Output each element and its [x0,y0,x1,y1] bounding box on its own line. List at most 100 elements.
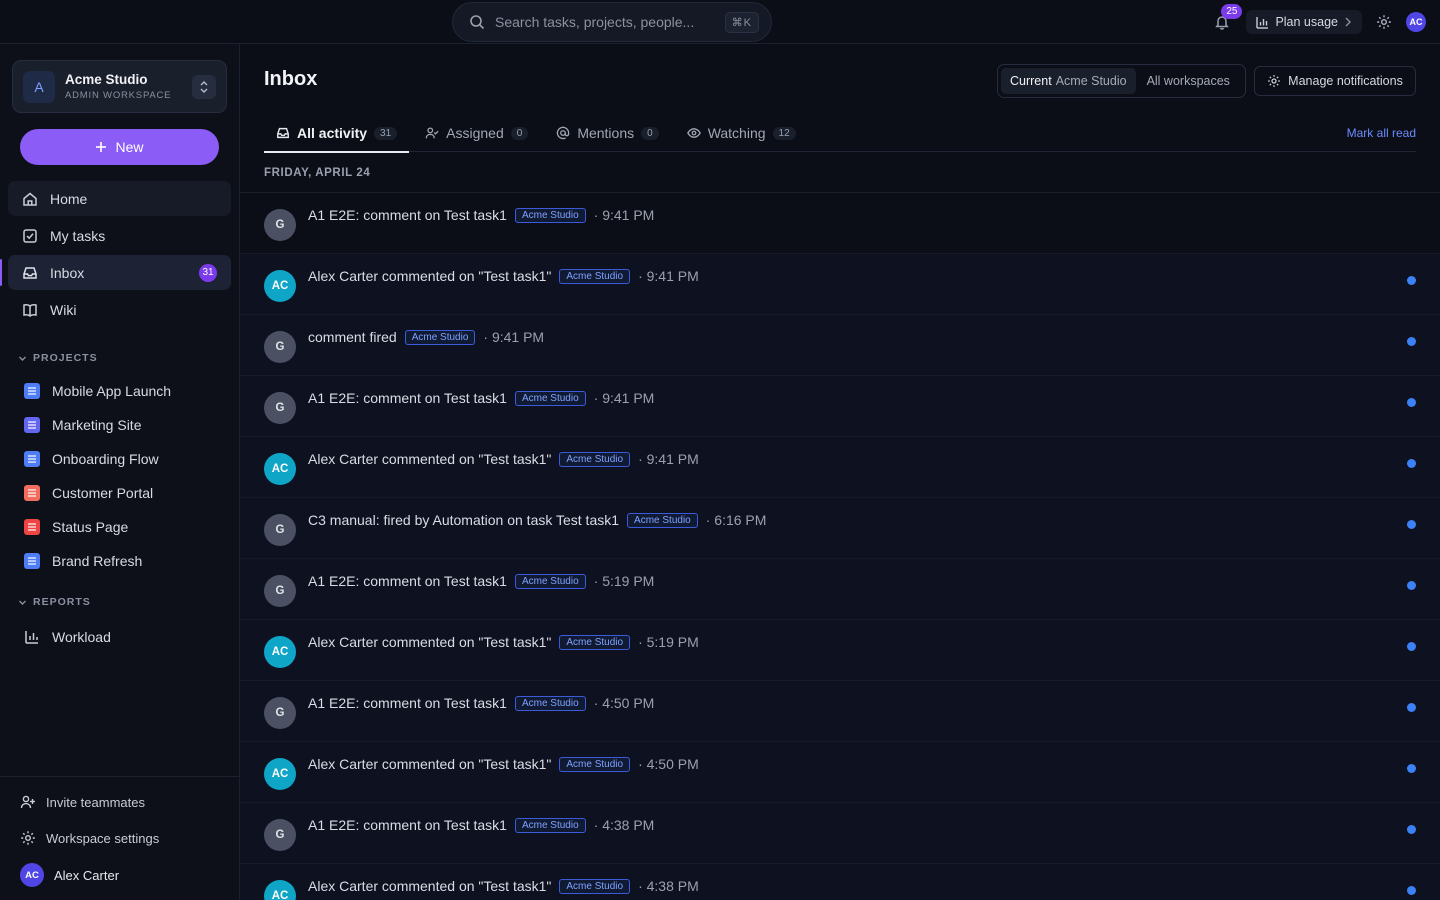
sidebar-item-inbox[interactable]: Inbox 31 [0,255,231,290]
sidebar-item-project[interactable]: Customer Portal [16,476,231,510]
avatar: G [264,697,296,729]
settings-button[interactable] [1372,10,1396,34]
workspace-chip: Acme Studio [559,634,631,650]
notification-text: Alex Carter commented on "Test task1" [308,451,552,467]
mark-all-read-link[interactable]: Mark all read [1347,126,1416,140]
avatar: G [264,331,296,363]
tab-label: Mentions [577,125,635,141]
notification-content: Alex Carter commented on "Test task1" Acm… [308,634,699,650]
avatar: G [264,392,296,424]
workload-label: Workload [52,629,111,645]
plan-usage-button[interactable]: Plan usage [1246,10,1362,34]
sidebar-item-home[interactable]: Home [8,181,231,216]
list-icon [24,417,40,433]
main-content: Inbox Current Acme Studio All workspaces… [240,44,1440,900]
user-menu[interactable]: AC Alex Carter [20,863,119,887]
notification-content: A1 E2E: comment on Test task1 Acme Studio… [308,390,654,406]
notification-time: · 4:38 PM [638,878,699,894]
notification-text: Alex Carter commented on "Test task1" [308,634,552,650]
notification-content: A1 E2E: comment on Test task1 Acme Studio… [308,207,654,223]
notification-row[interactable]: G A1 E2E: comment on Test task1 Acme Studi… [240,559,1440,620]
sidebar-item-label: My tasks [50,227,106,244]
notification-text: A1 E2E: comment on Test task1 [308,817,507,833]
sidebar-item-my-tasks[interactable]: My tasks [8,218,231,253]
tab-mentions[interactable]: Mentions 0 [544,114,670,152]
scope-current-option[interactable]: Current Acme Studio [1001,68,1136,94]
notification-row[interactable]: G A1 E2E: comment on Test task1 Acme Studi… [240,803,1440,864]
workspace-chip: Acme Studio [559,756,631,772]
notification-text: Alex Carter commented on "Test task1" [308,756,552,772]
notification-row[interactable]: G A1 E2E: comment on Test task1 Acme Studi… [240,681,1440,742]
workspace-settings-button[interactable]: Workspace settings [20,830,159,846]
tab-assigned[interactable]: Assigned 0 [413,114,540,152]
notification-list: G A1 E2E: comment on Test task1 Acme Studi… [240,192,1440,900]
sidebar-item-workload[interactable]: Workload [16,620,231,654]
invite-teammates-button[interactable]: Invite teammates [20,794,145,810]
projects-header: PROJECTS [33,352,98,364]
user-avatar[interactable]: AC [1406,12,1426,32]
project-label: Customer Portal [52,485,154,501]
project-label: Marketing Site [52,417,142,433]
date-group-header: FRIDAY, APRIL 24 [264,167,371,179]
avatar: AC [264,880,296,900]
notification-time: · 9:41 PM [483,329,545,345]
unread-dot [1407,581,1416,590]
tab-watching[interactable]: Watching 12 [675,114,808,152]
avatar: G [264,514,296,546]
sidebar-item-project[interactable]: Brand Refresh [16,544,231,578]
sidebar-nav: Home My tasks Inbox 31 Wiki [0,181,231,329]
tab-all-activity[interactable]: All activity 31 [264,114,410,153]
notification-time: · 4:50 PM [593,695,655,711]
sidebar-item-project[interactable]: Onboarding Flow [16,442,231,476]
scope-all-option[interactable]: All workspaces [1138,68,1239,94]
workspace-chip: Acme Studio [514,695,586,711]
tab-count: 31 [374,126,398,140]
notification-text: A1 E2E: comment on Test task1 [308,695,507,711]
unread-dot [1407,764,1416,773]
notification-content: Alex Carter commented on "Test task1" Acm… [308,756,699,772]
notifications-button[interactable]: 25 [1208,4,1243,36]
notification-row[interactable]: G A1 E2E: comment on Test task1 Acme Studi… [240,193,1440,254]
chevron-down-icon [18,598,27,607]
notification-row[interactable]: G A1 E2E: comment on Test task1 Acme Studi… [240,376,1440,437]
at-sign-icon [556,126,570,140]
manage-notifications-button[interactable]: Manage notifications [1254,66,1416,96]
notification-row[interactable]: AC Alex Carter commented on "Test task1" A… [240,437,1440,498]
tab-count: 0 [641,126,659,140]
new-button-label: New [115,139,144,155]
notification-row[interactable]: AC Alex Carter commented on "Test task1" A… [240,742,1440,803]
notification-time: · 9:41 PM [593,207,655,223]
notification-row[interactable]: Gcomment fired Acme Studio · 9:41 PM [240,315,1440,376]
notification-row[interactable]: AC Alex Carter commented on "Test task1" A… [240,864,1440,900]
workspace-chip: Acme Studio [404,329,476,345]
notification-content: comment fired Acme Studio · 9:41 PM [308,329,544,345]
reports-header: REPORTS [33,596,91,608]
search-shortcut: ⌘K [724,11,759,33]
notification-time: · 9:41 PM [638,268,699,284]
sidebar-footer: Invite teammates Workspace settings AC A… [0,776,239,900]
notification-time: · 4:50 PM [638,756,699,772]
unread-dot [1407,642,1416,651]
notification-row[interactable]: AC Alex Carter commented on "Test task1" A… [240,254,1440,315]
sidebar-item-project[interactable]: Marketing Site [16,408,231,442]
list-icon [24,553,40,569]
notification-row[interactable]: G C3 manual: fired by Automation on task … [240,498,1440,559]
gear-icon [1376,14,1392,30]
sidebar-item-wiki[interactable]: Wiki [8,292,231,327]
user-check-icon [425,126,439,140]
reports-section-toggle[interactable]: REPORTS [18,596,91,608]
workspace-scope-toggle: Current Acme Studio All workspaces [997,64,1246,98]
sidebar-item-project[interactable]: Status Page [16,510,231,544]
tab-count: 12 [772,126,796,140]
new-button[interactable]: New [20,129,219,165]
sidebar: A Acme Studio ADMIN WORKSPACE New Home M… [0,44,240,900]
tab-label: Assigned [446,125,504,141]
avatar: AC [264,758,296,790]
notification-row[interactable]: AC Alex Carter commented on "Test task1" A… [240,620,1440,681]
sidebar-item-project[interactable]: Mobile App Launch [16,374,231,408]
workspace-switcher[interactable]: A Acme Studio ADMIN WORKSPACE [12,60,227,113]
projects-section-toggle[interactable]: PROJECTS [18,352,98,364]
search-input[interactable]: Search tasks, projects, people... ⌘K [452,2,772,42]
notification-content: Alex Carter commented on "Test task1" Acm… [308,268,699,284]
notification-time: · 5:19 PM [638,634,699,650]
